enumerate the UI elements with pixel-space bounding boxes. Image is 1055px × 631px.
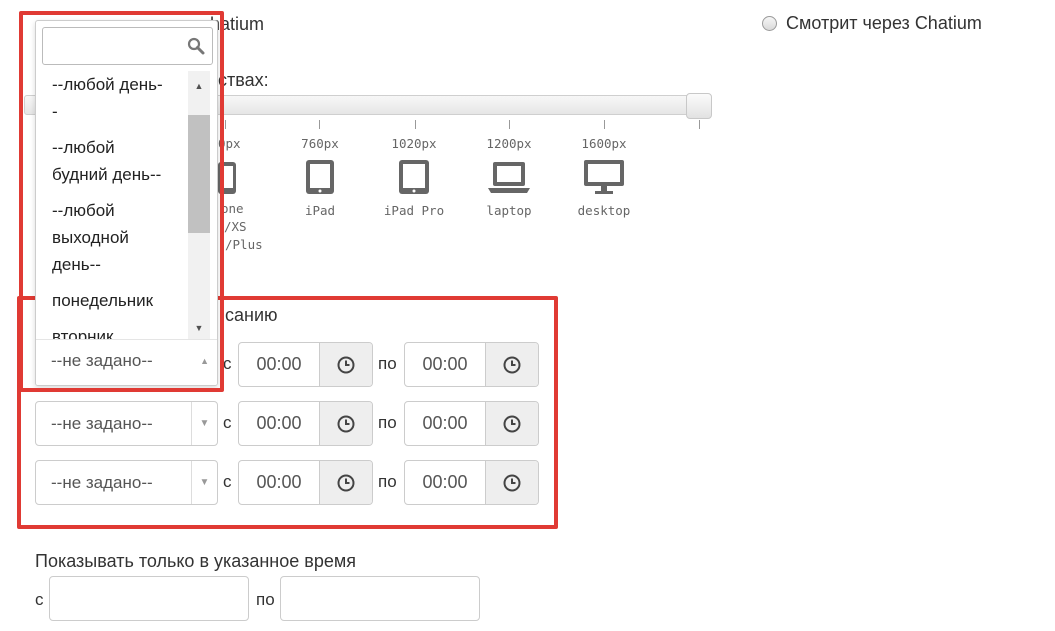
device-ipad[interactable]: 760px iPad [280, 136, 360, 218]
device-laptop[interactable]: 1200px laptop [469, 136, 549, 218]
device-desktop[interactable]: 1600px desktop [564, 136, 644, 218]
devices-heading-fragment: ствах: [218, 70, 269, 90]
slider-tick [604, 120, 605, 129]
dropdown-highlight-frame [19, 11, 224, 392]
time-window-from-input[interactable] [49, 576, 249, 621]
chatium-viewer-radio[interactable] [762, 16, 777, 31]
slider-tick [225, 120, 226, 129]
device-ipad-pro[interactable]: 1020px iPad Pro [374, 136, 454, 218]
time-window-heading: Показывать только в указанное время [35, 551, 356, 571]
slider-handle[interactable] [686, 93, 712, 119]
device-name: iPad [304, 203, 336, 218]
device-name: iPad Pro [383, 203, 445, 218]
desktop-icon [564, 159, 644, 195]
slider-tick [319, 120, 320, 129]
time-window-from-label: с [35, 590, 44, 609]
device-name: laptop [486, 203, 532, 218]
device-px: 760px [301, 136, 339, 151]
laptop-icon [469, 159, 549, 195]
device-px: 1020px [391, 136, 437, 151]
time-window-to-input[interactable] [280, 576, 480, 621]
slider-tick [415, 120, 416, 129]
device-name: desktop [577, 203, 631, 218]
slider-tick [509, 120, 510, 129]
slider-tick [699, 120, 700, 129]
chatium-viewer-radio-label: Смотрит через Chatium [786, 13, 982, 33]
time-window-to-label: по [256, 590, 275, 609]
tablet-icon [280, 159, 360, 195]
device-px: 1200px [486, 136, 532, 151]
device-px: 1600px [581, 136, 627, 151]
tablet-pro-icon [374, 159, 454, 195]
